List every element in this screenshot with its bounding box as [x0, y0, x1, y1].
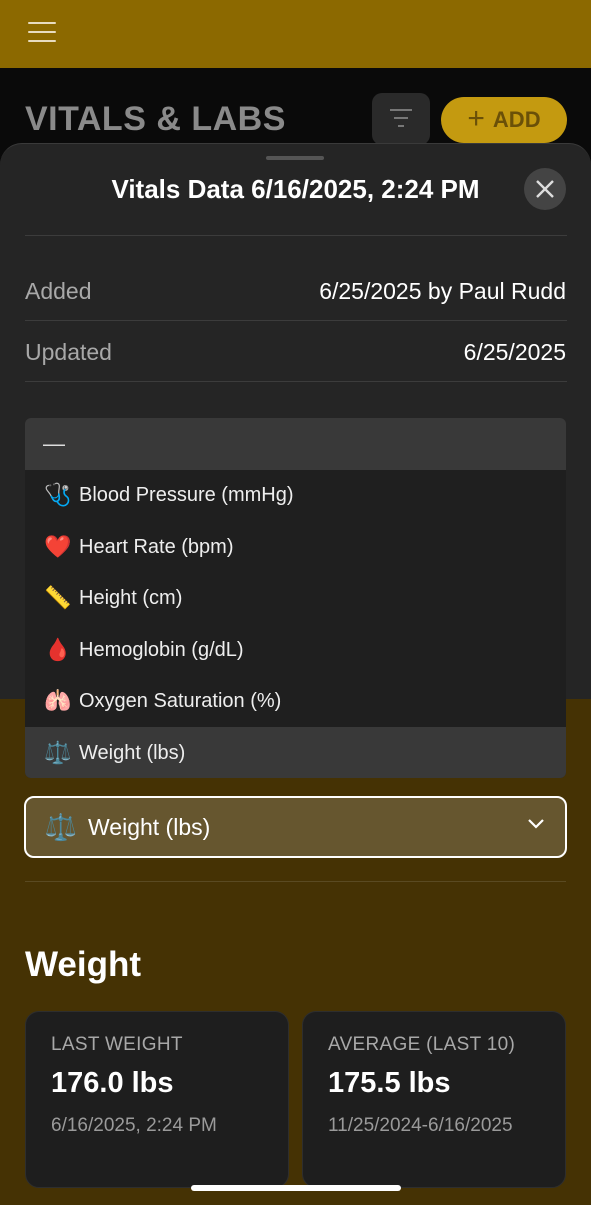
dropdown-option-empty[interactable]: — — [25, 418, 566, 470]
blood-drop-icon: 🩸 — [44, 637, 72, 662]
stethoscope-icon: 🩺 — [44, 482, 72, 507]
scale-icon: ⚖️ — [44, 811, 78, 842]
scale-icon: ⚖️ — [44, 740, 72, 765]
card-value: 176.0 lbs — [51, 1067, 174, 1099]
add-button[interactable]: + ADD — [441, 97, 567, 143]
close-icon — [536, 180, 554, 198]
card-value: 175.5 lbs — [328, 1067, 451, 1099]
filter-icon — [390, 109, 412, 127]
select-value: Weight (lbs) — [88, 813, 211, 840]
filter-button[interactable] — [372, 93, 430, 145]
lungs-icon: 🫁 — [44, 688, 72, 713]
option-label: Heart Rate (bpm) — [79, 535, 234, 558]
card-label: AVERAGE (LAST 10) — [328, 1034, 516, 1055]
added-value: 6/25/2025 by Paul Rudd — [319, 278, 566, 304]
add-button-label: ADD — [492, 107, 541, 132]
dropdown-option-height[interactable]: 📏 Height (cm) — [25, 572, 566, 624]
dropdown-option-oxygen-saturation[interactable]: 🫁 Oxygen Saturation (%) — [25, 675, 566, 727]
dropdown-option-blood-pressure[interactable]: 🩺 Blood Pressure (mmHg) — [25, 469, 566, 521]
divider — [25, 320, 567, 321]
option-label: Oxygen Saturation (%) — [79, 689, 282, 712]
vital-type-select[interactable]: ⚖️ Weight (lbs) — [24, 796, 567, 858]
ruler-icon: 📏 — [44, 585, 72, 610]
plus-icon: + — [467, 102, 485, 135]
home-indicator[interactable] — [191, 1185, 401, 1191]
card-date: 11/25/2024-6/16/2025 — [328, 1115, 513, 1136]
added-label: Added — [25, 278, 92, 304]
last-weight-card: LAST WEIGHT 176.0 lbs 6/16/2025, 2:24 PM — [25, 1011, 289, 1188]
page-title: VITALS & LABS — [25, 100, 286, 138]
top-app-bar — [0, 0, 591, 68]
card-date: 6/16/2025, 2:24 PM — [51, 1115, 217, 1136]
vital-type-dropdown-menu: — 🩺 Blood Pressure (mmHg) ❤️ Heart Rate … — [25, 418, 566, 778]
sheet-grabber[interactable] — [266, 156, 324, 160]
updated-label: Updated — [25, 339, 112, 365]
option-label: Hemoglobin (g/dL) — [79, 638, 244, 661]
average-weight-card: AVERAGE (LAST 10) 175.5 lbs 11/25/2024-6… — [302, 1011, 566, 1188]
divider — [25, 381, 567, 382]
updated-value: 6/25/2025 — [463, 339, 566, 365]
card-label: LAST WEIGHT — [51, 1034, 183, 1055]
option-label: Weight (lbs) — [79, 741, 186, 764]
dropdown-option-weight[interactable]: ⚖️ Weight (lbs) — [25, 727, 566, 778]
heart-icon: ❤️ — [44, 534, 72, 559]
option-label: Height (cm) — [79, 586, 183, 609]
hamburger-menu-icon[interactable] — [28, 22, 56, 42]
dropdown-option-heart-rate[interactable]: ❤️ Heart Rate (bpm) — [25, 521, 566, 573]
divider — [25, 881, 566, 882]
weight-section-title: Weight — [25, 945, 142, 984]
option-label: Blood Pressure (mmHg) — [79, 483, 294, 506]
close-button[interactable] — [524, 168, 566, 210]
dropdown-option-hemoglobin[interactable]: 🩸 Hemoglobin (g/dL) — [25, 624, 566, 676]
sheet-title: Vitals Data 6/16/2025, 2:24 PM — [111, 174, 480, 204]
divider — [25, 235, 567, 236]
chevron-down-icon — [528, 819, 544, 829]
